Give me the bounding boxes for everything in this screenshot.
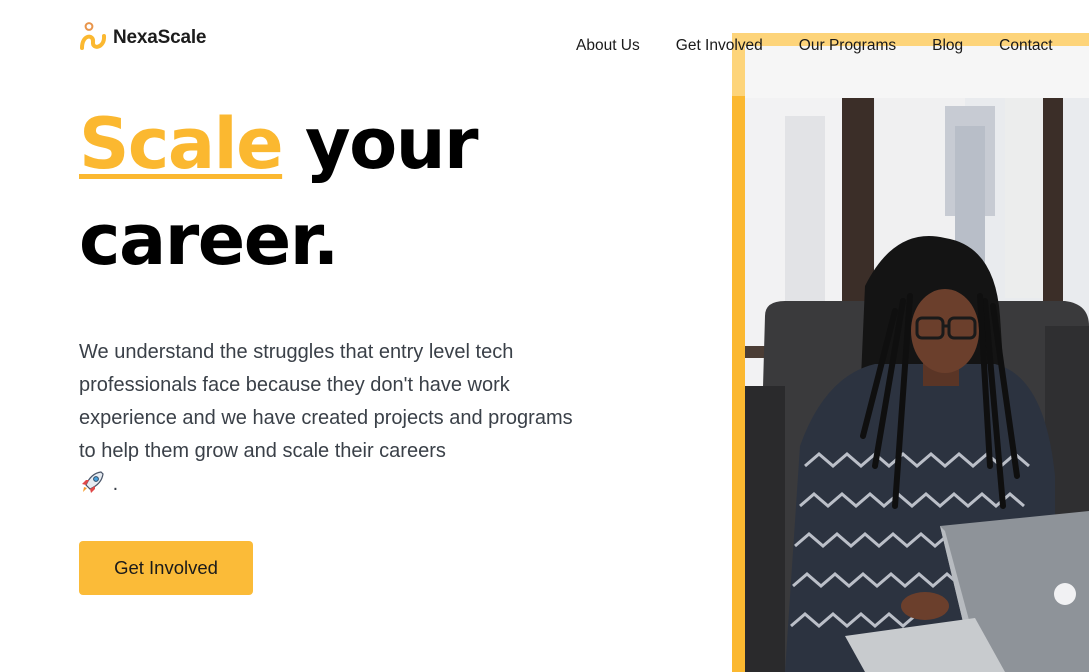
hero-description: We understand the struggles that entry l…: [79, 336, 589, 501]
hero-description-text: We understand the struggles that entry l…: [79, 341, 573, 462]
nav-about-us[interactable]: About Us: [576, 37, 640, 55]
nav-our-programs[interactable]: Our Programs: [799, 37, 896, 55]
headline-line-2: career.: [79, 199, 339, 281]
rocket-icon: [82, 471, 104, 493]
get-involved-button[interactable]: Get Involved: [79, 541, 253, 595]
hero-description-period: .: [112, 473, 119, 495]
headline-line-1: Scale your: [79, 96, 639, 192]
hero-image-accent-bar: [732, 96, 745, 672]
main-nav: About Us Get Involved Our Programs Blog …: [576, 37, 1053, 55]
brand-name: NexaScale: [113, 27, 207, 48]
nav-contact[interactable]: Contact: [999, 37, 1052, 55]
figure-logo-icon: [80, 22, 106, 50]
woman-typing-on-laptop-photo: [745, 46, 1089, 672]
brand-logo[interactable]: NexaScale: [79, 22, 206, 54]
nav-blog[interactable]: Blog: [932, 37, 963, 55]
nav-get-involved[interactable]: Get Involved: [676, 37, 763, 55]
hero-headline: Scale your career.: [79, 96, 639, 288]
hero-photo-illustration: [745, 46, 1089, 672]
headline-word-your: your: [305, 103, 479, 185]
headline-accent-word: Scale: [79, 103, 284, 185]
